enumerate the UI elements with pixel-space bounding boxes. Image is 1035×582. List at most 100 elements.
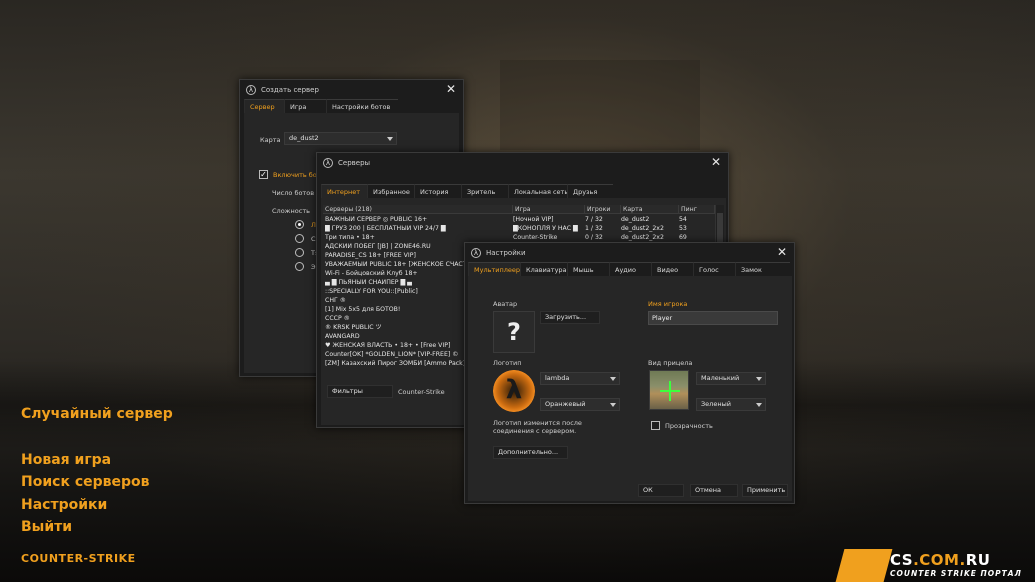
menu-quit[interactable]: Выйти	[21, 519, 72, 535]
scrollbar-thumb[interactable]	[717, 213, 723, 243]
server-row-map[interactable]: de_dust2	[621, 216, 677, 224]
lambda-logo-icon: λ	[493, 370, 535, 412]
settings-titlebar[interactable]: λ Настройки	[465, 243, 794, 263]
watermark-site-cs: CS	[890, 551, 914, 569]
advanced-button[interactable]: Дополнительно...	[493, 446, 568, 459]
crosshair-label: Вид прицела	[648, 359, 693, 367]
watermark-site-dot: .COM.	[913, 551, 966, 569]
tab-video[interactable]: Видео	[651, 262, 693, 276]
server-row-ping[interactable]: 53	[679, 225, 709, 233]
cancel-button[interactable]: Отмена	[690, 484, 738, 497]
col-header-ping[interactable]: Пинг	[679, 205, 715, 213]
map-select[interactable]: de_dust2	[284, 132, 397, 145]
tab-keyboard[interactable]: Клавиатура	[520, 262, 567, 276]
crosshair-color-value: Зеленый	[701, 400, 731, 408]
watermark-site-tld: RU	[965, 551, 991, 569]
tab-audio[interactable]: Аудио	[609, 262, 651, 276]
server-list-header: Серверы (218) Игра Игроки Карта Пинг	[323, 205, 715, 214]
servers-titlebar[interactable]: λ Серверы	[317, 153, 728, 173]
tab-history[interactable]: История	[414, 184, 461, 198]
tab-lock[interactable]: Замок	[735, 262, 790, 276]
server-row-players[interactable]: 7 / 32	[585, 216, 619, 224]
tab-bot-settings[interactable]: Настройки ботов	[326, 99, 398, 113]
half-life-icon: λ	[323, 158, 333, 168]
server-row-ping[interactable]: 69	[679, 234, 709, 242]
menu-new-game[interactable]: Новая игра	[21, 452, 111, 468]
settings-window: λ Настройки ✕ Мультиплеер Клавиатура Мыш…	[464, 242, 795, 504]
server-row-map[interactable]: de_dust2_2x2	[621, 234, 677, 242]
close-icon[interactable]: ✕	[711, 156, 721, 168]
cs-com-ru-watermark: CS.COM.RU COUNTER STRIKE ПОРТАЛ	[835, 549, 1035, 582]
enable-bots-label: Включить бот	[273, 171, 321, 179]
close-icon[interactable]: ✕	[446, 83, 456, 95]
settings-title: Настройки	[486, 249, 526, 257]
enable-bots-checkbox[interactable]: ✓	[259, 170, 268, 179]
transparency-checkbox[interactable]	[651, 421, 660, 430]
crosshair-size-select[interactable]: Маленький	[696, 372, 766, 385]
half-life-icon: λ	[471, 248, 481, 258]
col-header-players[interactable]: Игроки	[585, 205, 621, 213]
apply-button[interactable]: Применить	[742, 484, 788, 497]
counter-strike-logo: COUNTER-STRIKE	[21, 552, 136, 565]
server-row-players[interactable]: 0 / 32	[585, 234, 619, 242]
server-row-name[interactable]: Три типа • 18+	[325, 234, 513, 242]
ok-button[interactable]: ОК	[638, 484, 684, 497]
difficulty-radio-hard[interactable]	[295, 248, 304, 257]
server-row-ping[interactable]: 54	[679, 216, 709, 224]
watermark-subtitle: COUNTER STRIKE ПОРТАЛ	[890, 569, 1022, 578]
player-name-label: Имя игрока	[648, 300, 688, 308]
chevron-down-icon	[756, 377, 762, 381]
server-row-game[interactable]: Counter-Strike	[513, 234, 583, 242]
tab-favorites[interactable]: Избранное	[367, 184, 414, 198]
player-name-input[interactable]: Player	[648, 311, 778, 325]
difficulty-radio-expert[interactable]	[295, 262, 304, 271]
menu-random-server[interactable]: Случайный сервер	[21, 406, 173, 422]
tab-voice[interactable]: Голос	[693, 262, 735, 276]
chevron-down-icon	[610, 377, 616, 381]
create-server-tabs: Сервер Игра Настройки ботов	[244, 99, 398, 113]
logo-note: Логотип изменится после соединения с сер…	[493, 419, 582, 435]
crosshair-preview-icon	[649, 370, 689, 410]
logo-label: Логотип	[493, 359, 522, 367]
col-header-game[interactable]: Игра	[513, 205, 585, 213]
col-header-servers[interactable]: Серверы (218)	[323, 205, 513, 213]
tab-game[interactable]: Игра	[284, 99, 326, 113]
col-header-map[interactable]: Карта	[621, 205, 679, 213]
tab-server[interactable]: Сервер	[244, 99, 284, 113]
server-row-game[interactable]: █КОНОПЛЯ У НАС █	[513, 225, 583, 233]
crosshair-color-select[interactable]: Зеленый	[696, 398, 766, 411]
menu-find-servers[interactable]: Поиск серверов	[21, 474, 150, 490]
close-icon[interactable]: ✕	[777, 246, 787, 258]
server-row-name[interactable]: █ ГРУЗ 200 | БЕСПЛАТНЫЙ VIP 24/7 █	[325, 225, 513, 233]
menu-settings[interactable]: Настройки	[21, 497, 107, 513]
filters-button[interactable]: Фильтры	[327, 385, 393, 398]
logo-select-value: lambda	[545, 374, 570, 382]
transparency-label: Прозрачность	[665, 422, 713, 430]
difficulty-radio-easy[interactable]	[295, 220, 304, 229]
create-server-titlebar[interactable]: λ Создать сервер	[240, 80, 463, 100]
server-row-map[interactable]: de_dust2_2x2	[621, 225, 677, 233]
server-row-name[interactable]: ВАЖНЫЙ СЕРВЕР ◎ PUBLIC 16+	[325, 216, 513, 224]
avatar: ?	[493, 311, 535, 353]
tab-lan[interactable]: Локальная сеть	[508, 184, 568, 198]
servers-title: Серверы	[338, 159, 371, 167]
tab-internet[interactable]: Интернет	[321, 184, 367, 198]
server-row-game[interactable]: [Ночной VIP]	[513, 216, 583, 224]
chevron-down-icon	[756, 403, 762, 407]
chevron-down-icon	[610, 403, 616, 407]
logo-color-select[interactable]: Оранжевый	[540, 398, 620, 411]
tab-multiplayer[interactable]: Мультиплеер	[468, 262, 520, 276]
bot-count-label: Число ботов	[272, 189, 315, 197]
server-row-players[interactable]: 1 / 32	[585, 225, 619, 233]
avatar-label: Аватар	[493, 300, 518, 308]
logo-select[interactable]: lambda	[540, 372, 620, 385]
tab-mouse[interactable]: Мышь	[567, 262, 609, 276]
create-server-title: Создать сервер	[261, 86, 319, 94]
logo-color-select-value: Оранжевый	[545, 400, 586, 408]
tab-friends[interactable]: Друзья	[567, 184, 613, 198]
upload-avatar-button[interactable]: Загрузить...	[540, 311, 600, 324]
difficulty-radio-medium[interactable]	[295, 234, 304, 243]
map-label: Карта	[260, 136, 281, 144]
tab-spectate[interactable]: Зритель	[461, 184, 508, 198]
settings-panel: Аватар ? Загрузить... Имя игрока Player …	[468, 276, 792, 501]
